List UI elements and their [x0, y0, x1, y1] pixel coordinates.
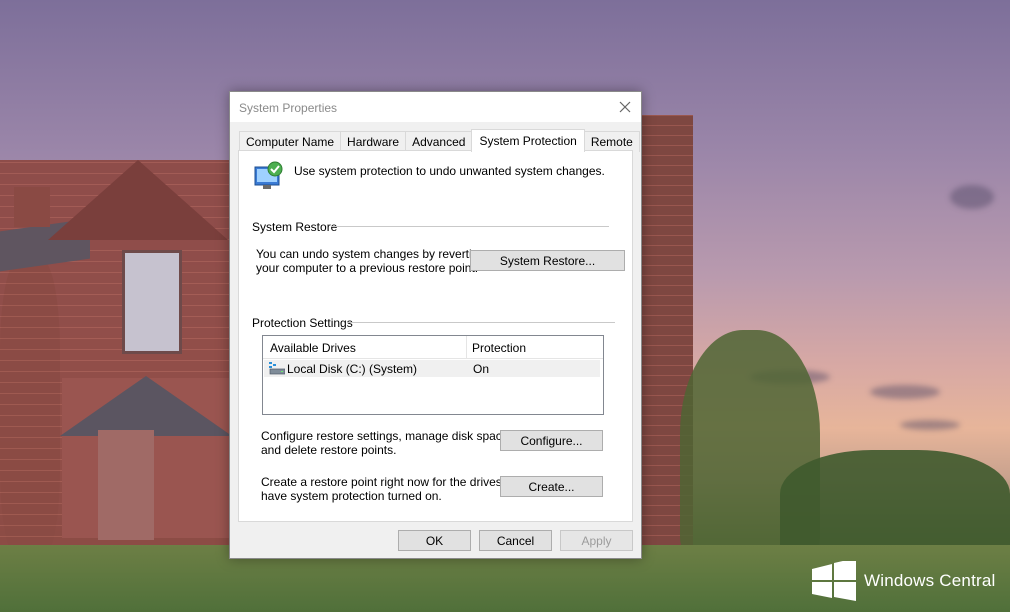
protection-settings-group-label: Protection Settings: [252, 316, 357, 330]
drive-icon: [269, 362, 285, 375]
drives-list-header: Available Drives Protection: [263, 336, 603, 359]
create-description: Create a restore point right now for the…: [261, 475, 525, 503]
close-icon: [619, 101, 631, 113]
description-line: your computer to a previous restore poin…: [256, 261, 479, 275]
title-bar[interactable]: System Properties: [230, 92, 641, 122]
apply-button[interactable]: Apply: [560, 530, 633, 551]
group-divider: [331, 226, 609, 227]
configure-button[interactable]: Configure...: [500, 430, 603, 451]
cloud: [950, 185, 994, 209]
tab-system-protection[interactable]: System Protection: [471, 129, 585, 152]
tab-computer-name[interactable]: Computer Name: [239, 131, 342, 152]
wallpaper-porch-roof: [60, 376, 232, 436]
system-protection-icon: [253, 161, 285, 193]
column-header-protection[interactable]: Protection: [472, 341, 526, 355]
wallpaper-gable: [48, 160, 228, 240]
drives-list[interactable]: Available Drives Protection Local Disk (…: [262, 335, 604, 415]
system-restore-description: You can undo system changes by reverting…: [256, 247, 485, 275]
drive-name: Local Disk (C:) (System): [287, 362, 418, 376]
wallpaper-door: [98, 430, 154, 540]
tab-hardware[interactable]: Hardware: [340, 131, 407, 152]
tab-advanced[interactable]: Advanced: [405, 131, 473, 152]
system-protection-panel: Use system protection to undo unwanted s…: [238, 150, 633, 522]
watermark: Windows Central: [812, 561, 996, 601]
description-line: and delete restore points.: [261, 443, 397, 457]
configure-description: Configure restore settings, manage disk …: [261, 429, 512, 457]
windows-logo-icon: [812, 561, 856, 601]
drive-protection-status: On: [473, 362, 490, 376]
description-line: Create a restore point right now for the…: [261, 475, 526, 489]
tab-strip: Computer Name Hardware Advanced System P…: [239, 129, 640, 152]
dialog-title: System Properties: [239, 101, 338, 115]
create-button[interactable]: Create...: [500, 476, 603, 497]
watermark-text: Windows Central: [864, 571, 996, 590]
wallpaper-chimney: [14, 187, 50, 227]
description-line: Configure restore settings, manage disk …: [261, 429, 512, 443]
wallpaper-bushes: [780, 450, 1010, 560]
group-divider: [347, 322, 615, 323]
ok-button[interactable]: OK: [398, 530, 471, 551]
column-separator[interactable]: [466, 336, 467, 358]
system-restore-group-label: System Restore: [252, 220, 342, 234]
system-restore-button[interactable]: System Restore...: [470, 250, 625, 271]
description-line: You can undo system changes by reverting: [256, 247, 486, 261]
tab-remote[interactable]: Remote: [583, 131, 640, 152]
cloud: [900, 420, 960, 430]
system-properties-dialog: System Properties Computer Name Hardware…: [229, 91, 642, 559]
intro-text: Use system protection to undo unwanted s…: [294, 164, 605, 178]
drive-row[interactable]: Local Disk (C:) (System) On: [264, 360, 600, 377]
cloud: [870, 385, 940, 399]
dialog-button-bar: OK Cancel Apply: [230, 522, 641, 558]
wallpaper-window: [122, 250, 182, 354]
description-line: have system protection turned on.: [261, 489, 442, 503]
close-button[interactable]: [609, 92, 641, 122]
column-header-available-drives[interactable]: Available Drives: [270, 341, 356, 355]
cancel-button[interactable]: Cancel: [479, 530, 552, 551]
